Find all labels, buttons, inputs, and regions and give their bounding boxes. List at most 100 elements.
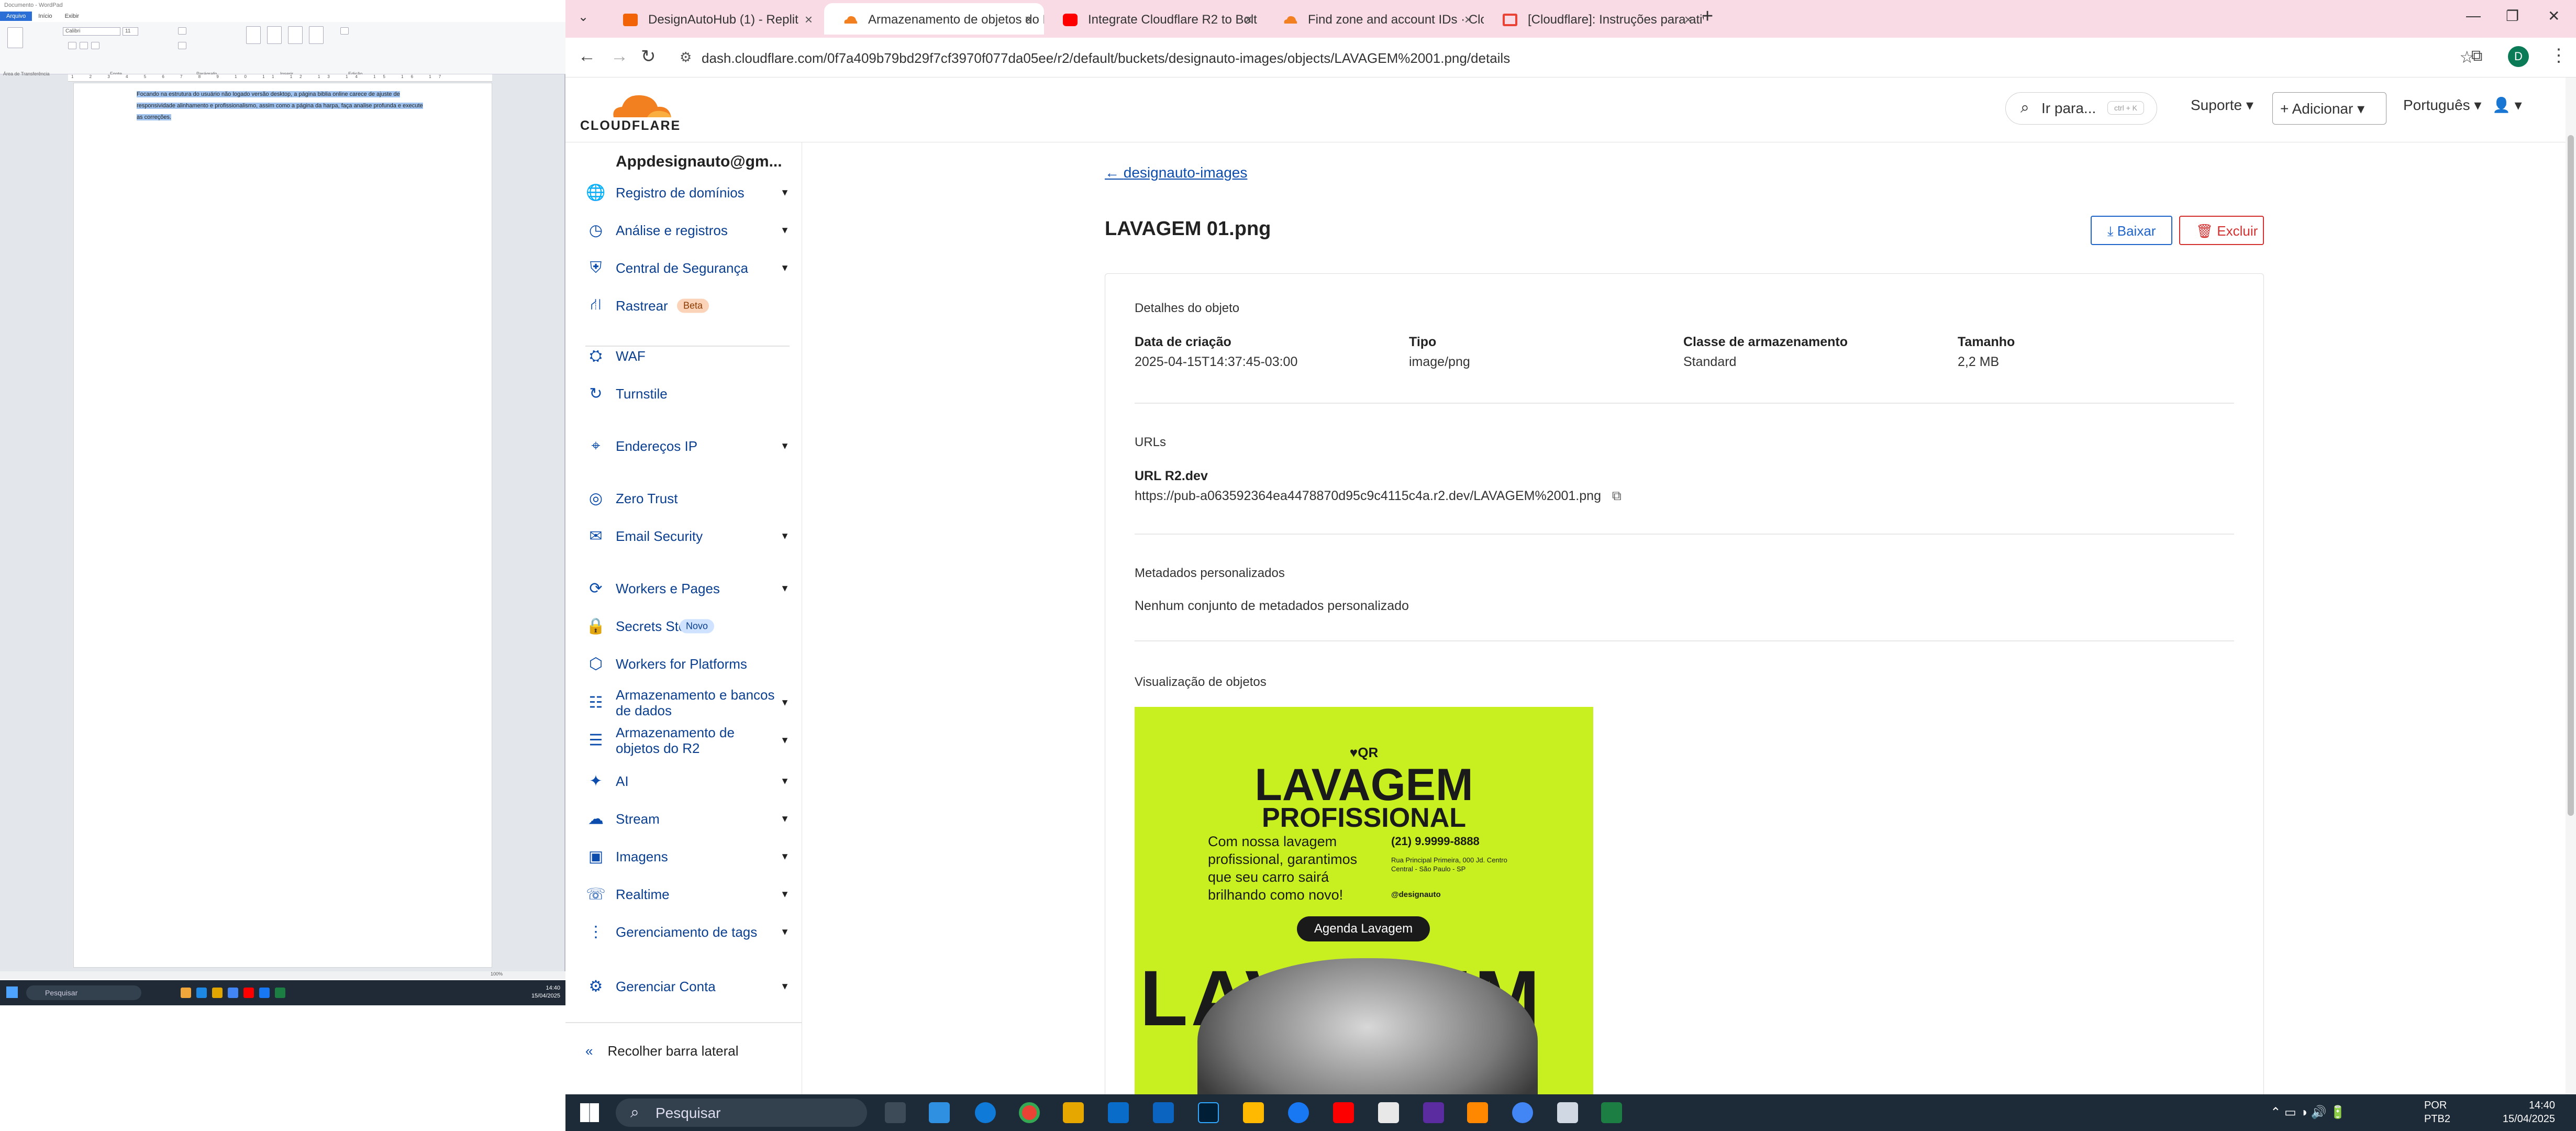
insert-image-icon[interactable] — [246, 26, 261, 44]
sidebar-item-central-de-seguran-a[interactable]: ⛨ Central de Segurança ▼ — [585, 250, 790, 286]
profile-avatar[interactable]: D — [2508, 46, 2529, 67]
bullets-icon[interactable] — [178, 42, 186, 49]
reload-icon[interactable]: ↻ — [641, 46, 656, 67]
forward-arrow-icon[interactable]: → — [610, 46, 628, 66]
facebook-icon[interactable] — [259, 988, 270, 998]
italic-icon[interactable] — [80, 42, 88, 49]
close-window-button[interactable]: ✕ — [2548, 7, 2560, 25]
paint-drawing-icon[interactable] — [267, 26, 282, 44]
close-tab-icon[interactable]: × — [1684, 12, 1692, 28]
chevron-down-icon[interactable]: ▼ — [780, 263, 790, 274]
sidebar-item-an-lise-e-registros[interactable]: ◷ Análise e registros ▼ — [585, 212, 790, 249]
user-menu-icon[interactable]: 👤 ▾ — [2492, 96, 2522, 114]
chevron-down-icon[interactable]: ▼ — [780, 981, 790, 992]
underline-icon[interactable] — [91, 42, 99, 49]
close-tab-icon[interactable]: × — [1025, 12, 1032, 28]
document-page[interactable]: Focando na estrutura do usuário não loga… — [73, 83, 492, 968]
youtube-icon[interactable] — [243, 988, 254, 998]
app-icon[interactable] — [1423, 1102, 1444, 1123]
close-tab-icon[interactable]: × — [1464, 12, 1472, 28]
sidebar-item-endere-os-ip[interactable]: ⌖ Endereços IP ▼ — [585, 428, 790, 464]
maximize-button[interactable]: ❐ — [2506, 7, 2519, 25]
document-text[interactable]: Focando na estrutura do usuário não loga… — [137, 88, 430, 123]
sidebar-item-rastrear[interactable]: ⛙ Rastrear Beta — [585, 287, 790, 324]
download-button[interactable]: ⤓ Baixar — [2091, 216, 2172, 245]
copy-icon[interactable]: ⧉ — [1612, 489, 1622, 503]
chevron-down-icon[interactable]: ▼ — [780, 927, 790, 938]
collapse-sidebar-button[interactable]: «Recolher barra lateral — [585, 1043, 790, 1069]
r2-url-value[interactable]: https://pub-a063592364ea4478870d95c9c411… — [1135, 489, 1622, 504]
account-name[interactable]: Appdesignauto@gm... — [616, 153, 782, 171]
sidebar-item-email-security[interactable]: ✉ Email Security ▼ — [585, 518, 790, 555]
back-arrow-icon[interactable]: ← — [578, 46, 596, 66]
tab-cloudflare-docs[interactable]: Find zone and account IDs · Cloudflare× — [1264, 3, 1484, 35]
new-tab-button[interactable]: + — [1702, 5, 1713, 28]
chrome-icon[interactable] — [228, 988, 238, 998]
youtube-icon[interactable] — [1333, 1102, 1354, 1123]
file-explorer-icon[interactable] — [1063, 1102, 1084, 1123]
sidebar-item-realtime[interactable]: ☏ Realtime ▼ — [585, 876, 790, 913]
sidebar-item-gerenciamento-de-tags[interactable]: ⋮ Gerenciamento de tags ▼ — [585, 914, 790, 950]
facebook-icon[interactable] — [1288, 1102, 1309, 1123]
chevron-down-icon[interactable]: ▼ — [780, 531, 790, 542]
outlook-icon[interactable] — [1153, 1102, 1174, 1123]
language-menu[interactable]: Português ▾ — [2403, 96, 2481, 114]
chevron-down-icon[interactable]: ▼ — [780, 697, 790, 708]
chevron-down-icon[interactable]: ▼ — [780, 814, 790, 825]
chevron-down-icon[interactable]: ▼ — [780, 851, 790, 862]
chevron-down-icon[interactable]: ▼ — [780, 889, 790, 900]
store-icon[interactable] — [1108, 1102, 1129, 1123]
insert-object-icon[interactable] — [309, 26, 324, 44]
edge-icon[interactable] — [975, 1102, 996, 1123]
page-scrollbar[interactable] — [2566, 77, 2576, 1094]
wordpad-icon[interactable] — [1557, 1102, 1578, 1123]
notepad-icon[interactable] — [1378, 1102, 1399, 1123]
address-bar[interactable]: ⚙ dash.cloudflare.com/0f7a409b79bd29f7cf… — [670, 42, 2474, 72]
taskbar-search[interactable]: ⌕ Pesquisar — [616, 1099, 867, 1127]
tab-r2-storage[interactable]: Armazenamento de objetos do R2 × — [824, 3, 1044, 35]
copilot-alt-icon[interactable] — [1243, 1102, 1264, 1123]
windows-start-icon[interactable] — [580, 1103, 599, 1122]
small-search-box[interactable]: Pesquisar — [26, 985, 141, 1000]
wordpad-tab-view[interactable]: Exibir — [59, 12, 86, 21]
scrollbar-thumb[interactable] — [2568, 135, 2574, 816]
font-size-select[interactable]: 11 — [123, 27, 138, 36]
tray-icons[interactable]: ⌃ ▭ ◑ 🔊 🔋 — [2270, 1105, 2346, 1120]
sidebar-item-imagens[interactable]: ▣ Imagens ▼ — [585, 838, 790, 875]
wordpad-tab-file[interactable]: Arquivo — [0, 12, 32, 21]
start-icon[interactable] — [6, 986, 18, 998]
sidebar-item-turnstile[interactable]: ↻ Turnstile — [585, 375, 790, 412]
excel-icon[interactable] — [275, 988, 285, 998]
close-tab-icon[interactable]: × — [1245, 12, 1252, 28]
photoshop-icon[interactable] — [1198, 1102, 1219, 1123]
tab-youtube[interactable]: Integrate Cloudflare R2 to Bolt × — [1044, 3, 1264, 35]
back-to-bucket-link[interactable]: ← designauto-images — [1105, 164, 1247, 181]
minimize-button[interactable]: — — [2466, 7, 2481, 24]
sidebar-item-secrets-store[interactable]: 🔒 Secrets Store Novo — [585, 608, 790, 645]
sidebar-item-workers-for-platforms[interactable]: ⬡ Workers for Platforms — [585, 646, 790, 682]
input-language[interactable]: POR PTB2 — [2424, 1099, 2450, 1126]
close-tab-icon[interactable]: × — [805, 12, 813, 28]
extensions-icon[interactable]: ⧉ — [2471, 47, 2482, 65]
sidebar-item-registro-de-dom-nios[interactable]: 🌐 Registro de domínios ▼ — [585, 174, 790, 211]
chrome-icon[interactable] — [1019, 1102, 1040, 1123]
folder-icon[interactable] — [212, 988, 223, 998]
sidebar-item-ai[interactable]: ✦ AI ▼ — [585, 763, 790, 800]
sidebar-item-waf[interactable]: ⛭ WAF — [585, 338, 790, 374]
chevron-down-icon[interactable]: ▼ — [780, 776, 790, 787]
copilot-icon[interactable] — [929, 1102, 950, 1123]
bold-icon[interactable] — [68, 42, 76, 49]
edge-icon[interactable] — [196, 988, 207, 998]
task-view-icon[interactable] — [885, 1102, 906, 1123]
chevron-down-icon[interactable]: ▼ — [780, 735, 790, 746]
align-icon[interactable] — [178, 27, 186, 35]
vlc-icon[interactable] — [1467, 1102, 1488, 1123]
chevron-down-icon[interactable]: ▼ — [780, 441, 790, 452]
ruler[interactable]: 1 2 3 4 5 6 7 8 9 10 11 12 13 14 15 16 1… — [68, 74, 492, 82]
files-icon[interactable] — [181, 988, 191, 998]
wordpad-tab-home[interactable]: Início — [32, 12, 58, 21]
taskbar-clock[interactable]: 14:40 15/04/2025 — [2503, 1099, 2555, 1126]
chevron-down-icon[interactable]: ▼ — [780, 225, 790, 236]
site-info-icon[interactable]: ⚙ — [680, 49, 692, 65]
sidebar-item-zero-trust[interactable]: ◎ Zero Trust — [585, 480, 790, 517]
